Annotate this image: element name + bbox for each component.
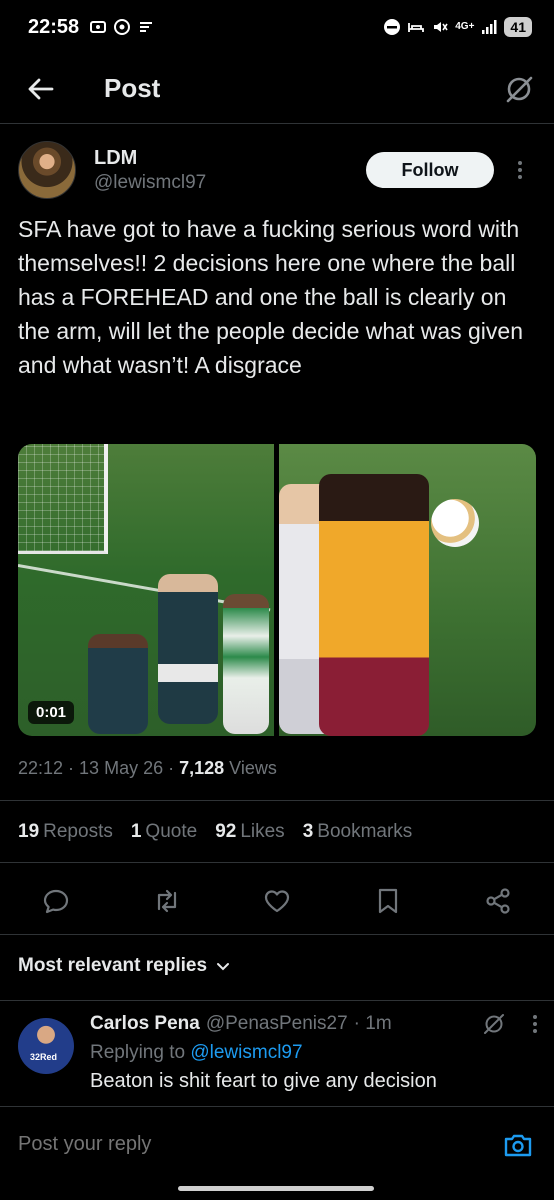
battery-indicator: 41 — [504, 17, 532, 37]
goal-net — [18, 444, 108, 554]
views-label: Views — [229, 758, 277, 778]
reply-header-icons — [482, 1012, 538, 1036]
reposts-stat[interactable]: 19 Reposts — [18, 821, 113, 843]
top-app-bar: Post — [0, 54, 554, 124]
post-actions — [18, 876, 538, 926]
author-display-name[interactable]: LDM — [94, 147, 206, 170]
share-icon — [486, 888, 510, 914]
video-thumbnail-right[interactable] — [279, 444, 536, 736]
more-options-button[interactable] — [502, 160, 538, 180]
repost-icon — [157, 889, 176, 913]
quotes-stat[interactable]: 1 Quote — [131, 821, 197, 843]
reply-age: · 1m — [353, 1013, 392, 1034]
post-time: 22:12 — [18, 758, 64, 778]
reply-avatar[interactable]: 32Red — [18, 1018, 74, 1074]
player-figure — [88, 634, 148, 734]
mute-icon — [434, 22, 448, 32]
views-count: 7,128 — [179, 758, 225, 778]
reply-button[interactable] — [38, 883, 74, 919]
screenshot-icon — [90, 21, 107, 33]
more-vertical-icon — [518, 161, 522, 179]
replying-to: Replying to @lewismcl97 — [90, 1042, 303, 1063]
reply-author-name[interactable]: Carlos Pena — [90, 1013, 200, 1035]
reply-icon — [43, 889, 69, 914]
post-meta: 22:12 · 13 May 26 · 7,128 Views — [18, 758, 277, 778]
football-icon — [114, 19, 131, 35]
player-figure — [223, 594, 269, 734]
divider — [0, 800, 554, 801]
reply-author-handle[interactable]: @PenasPenis27 — [206, 1013, 348, 1035]
author-names: LDM @lewismcl97 — [94, 147, 206, 194]
post-text: SFA have got to have a fucking serious w… — [18, 216, 524, 378]
repost-button[interactable] — [149, 883, 185, 919]
menu-lines-icon — [140, 22, 153, 32]
like-button[interactable] — [259, 883, 295, 919]
do-not-disturb-icon — [384, 19, 401, 35]
camera-icon — [504, 1134, 532, 1156]
reply-item[interactable]: 32Red Carlos Pena @PenasPenis27 · 1m Rep… — [18, 1012, 538, 1104]
follow-button[interactable]: Follow — [366, 152, 494, 188]
grok-icon[interactable] — [482, 1012, 506, 1036]
chevron-down-icon — [217, 963, 230, 971]
more-vertical-icon[interactable] — [532, 1014, 538, 1034]
status-time: 22:58 — [28, 15, 80, 38]
likes-stat[interactable]: 92 Likes — [215, 821, 285, 843]
reply-text: Beaton is shit feart to give any decisio… — [90, 1070, 437, 1092]
replying-to-handle[interactable]: @lewismcl97 — [190, 1042, 302, 1063]
divider — [0, 1000, 554, 1001]
page-title: Post — [104, 73, 161, 103]
video-duration: 0:01 — [28, 701, 75, 724]
share-button[interactable] — [480, 883, 516, 919]
reply-composer — [0, 1106, 554, 1182]
replies-sort-label: Most relevant replies — [18, 955, 208, 976]
camera-button[interactable] — [500, 1127, 536, 1163]
post-stats: 19 Reposts 1 Quote 92 Likes 3 Bookmarks — [18, 821, 412, 843]
replies-sort-dropdown[interactable]: Most relevant replies — [18, 955, 231, 977]
reply-body: Carlos Pena @PenasPenis27 · 1m Replying … — [90, 1012, 538, 1104]
post-author: LDM @lewismcl97 Follow — [18, 140, 538, 200]
like-icon — [264, 890, 290, 913]
signal-icon — [482, 20, 497, 34]
author-handle[interactable]: @lewismcl97 — [94, 172, 206, 194]
reply-input[interactable] — [18, 1124, 500, 1165]
post-date: 13 May 26 — [79, 758, 164, 778]
status-bar: 22:58 4G+ 41 — [0, 0, 554, 54]
author-avatar[interactable] — [18, 141, 76, 199]
bookmark-button[interactable] — [370, 883, 406, 919]
divider — [0, 934, 554, 935]
player-figure — [158, 574, 218, 724]
grok-button[interactable] — [484, 54, 554, 124]
network-type: 4G+ — [455, 21, 475, 32]
back-button[interactable] — [0, 54, 80, 124]
player-figure — [319, 474, 429, 736]
post-media[interactable]: 0:01 — [18, 444, 536, 736]
status-system-icons: 4G+ 41 — [383, 17, 532, 37]
home-indicator[interactable] — [178, 1186, 374, 1191]
ball — [431, 499, 479, 547]
arrow-left-icon — [28, 78, 54, 99]
bookmark-icon — [378, 888, 397, 914]
status-notification-icons — [89, 18, 155, 36]
grok-icon — [506, 76, 533, 102]
video-thumbnail-left[interactable]: 0:01 — [18, 444, 274, 736]
reply-header: Carlos Pena @PenasPenis27 · 1m — [90, 1012, 538, 1036]
bookmarks-stat[interactable]: 3 Bookmarks — [303, 821, 413, 843]
sleep-mode-icon — [408, 23, 425, 32]
divider — [0, 862, 554, 863]
